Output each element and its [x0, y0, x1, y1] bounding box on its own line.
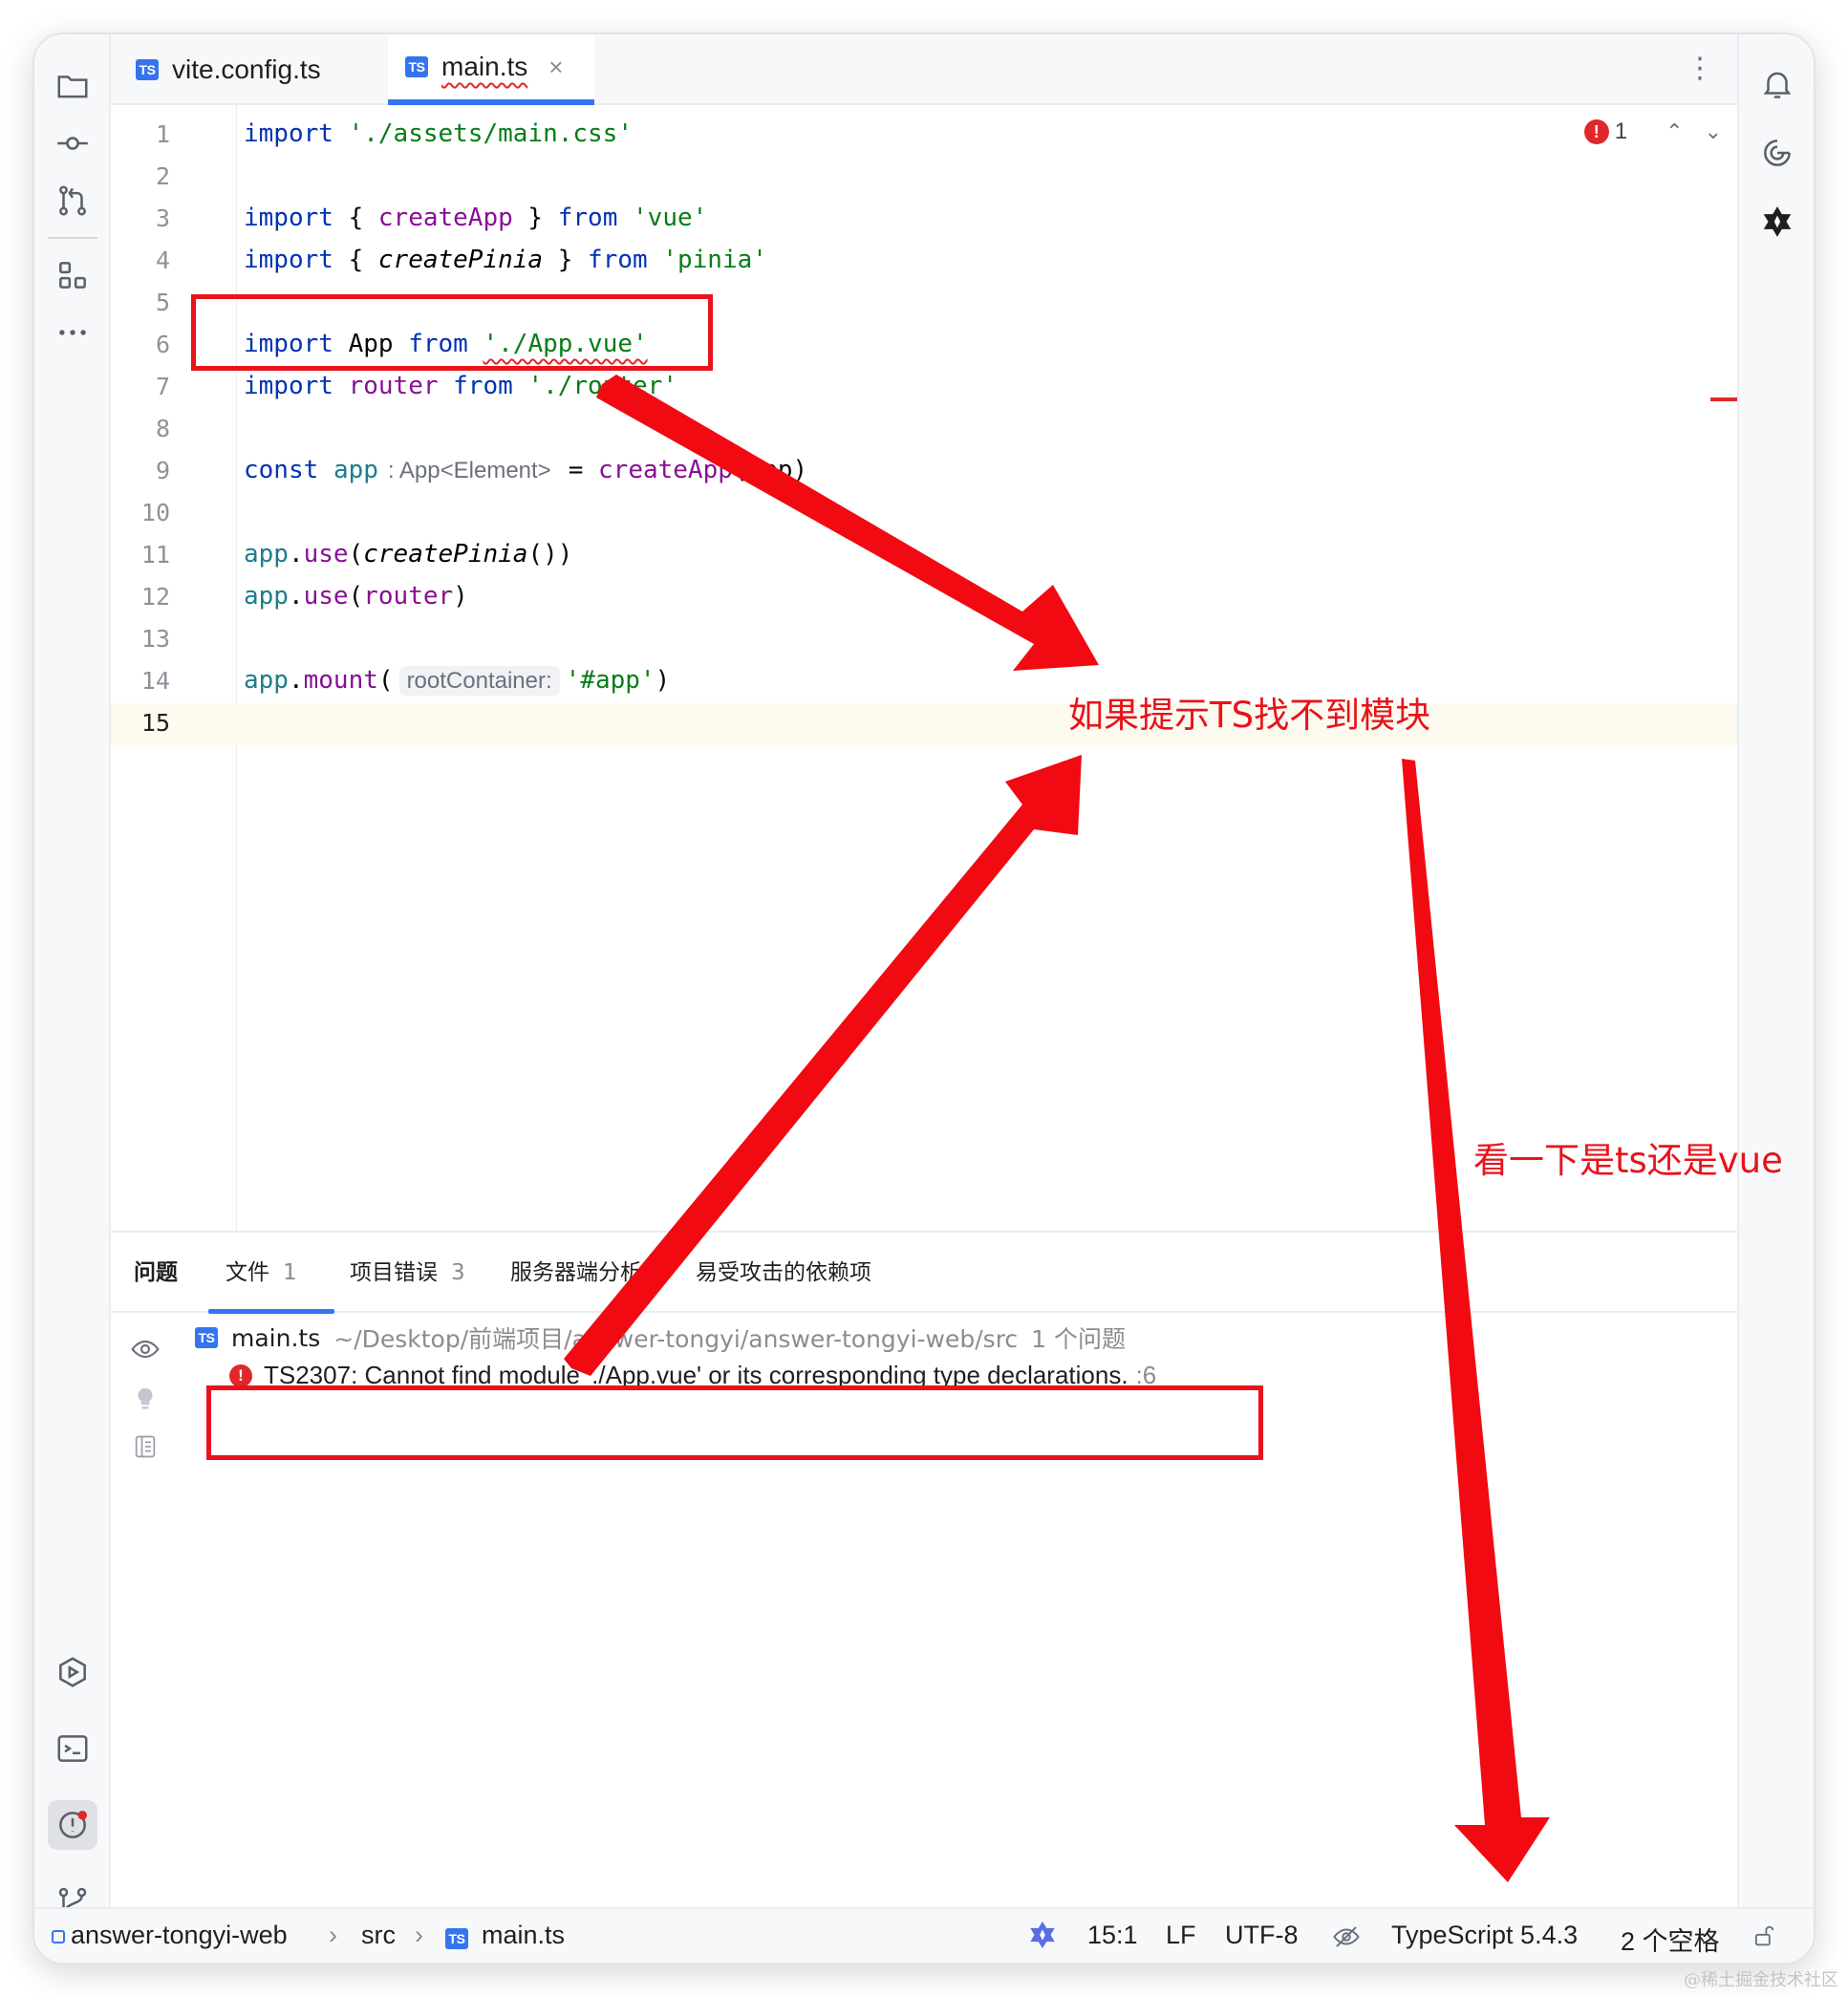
file-encoding[interactable]: UTF-8 [1225, 1921, 1299, 1950]
lock-icon[interactable] [1751, 1922, 1777, 1956]
typescript-file-icon: TS [445, 1928, 468, 1949]
problems-side-toolbar [111, 1313, 178, 1907]
problem-file-name: main.ts [231, 1323, 321, 1352]
active-tab-indicator [208, 1309, 334, 1314]
breadcrumb-src[interactable]: src [361, 1921, 396, 1950]
lightbulb-icon[interactable] [128, 1382, 162, 1416]
commit-icon[interactable] [48, 118, 97, 168]
close-tab-icon[interactable]: × [548, 53, 563, 82]
problems-tab-bar: 问题 文件 1 项目错误 3 服务器端分析 易受攻击的依赖项 [111, 1233, 1737, 1314]
line-number: 2 [155, 162, 170, 190]
code-line-7: 7 import router from './router' [111, 367, 1737, 409]
problems-icon[interactable] [48, 1800, 97, 1850]
error-count: 1 [1614, 118, 1628, 144]
line-number: 1 [155, 120, 170, 148]
breadcrumb-file[interactable]: TS main.ts [445, 1921, 565, 1950]
code-line-3: 3 import { createApp } from 'vue' [111, 199, 1737, 241]
breadcrumb-separator: › [415, 1921, 423, 1949]
terminal-icon[interactable] [48, 1724, 97, 1773]
error-icon: ! [229, 1364, 252, 1387]
tab-vite-config[interactable]: TS vite.config.ts [118, 34, 338, 105]
code-line-2: 2 [111, 157, 1737, 199]
code-line-9: 9 const app: App<Element> = createApp(App… [111, 451, 1737, 493]
code-line-4: 4 import { createPinia } from 'pinia' [111, 241, 1737, 283]
pull-requests-icon[interactable] [48, 176, 97, 225]
code-line-12: 12 app.use(router) [111, 577, 1737, 619]
line-number: 15 [140, 709, 170, 737]
tab-label: main.ts [441, 52, 528, 81]
project-module-icon [52, 1929, 65, 1943]
caret-position[interactable]: 15:1 [1087, 1921, 1138, 1950]
error-stripe-marker[interactable] [1710, 397, 1737, 401]
tab-main-ts[interactable]: TS main.ts × [388, 34, 594, 105]
annotation-note-ts-module: 如果提示TS找不到模块 [1068, 695, 1431, 736]
breadcrumb-project[interactable]: answer-tongyi-web [52, 1921, 288, 1950]
more-tools-icon[interactable] [48, 308, 97, 357]
typescript-file-icon: TS [405, 56, 428, 77]
preview-panel-icon[interactable] [128, 1429, 162, 1464]
problem-count: 1 个问题 [1031, 1325, 1127, 1353]
editor-tab-bar: TS vite.config.ts TS main.ts × ⋮ [111, 34, 1737, 105]
line-number: 8 [155, 415, 170, 442]
line-number: 12 [140, 583, 170, 611]
line-number: 13 [140, 625, 170, 653]
code-line-15-current: 15 [111, 703, 1737, 745]
status-bar: answer-tongyi-web › src › TS main.ts 15:1… [34, 1907, 1814, 1963]
line-number: 6 [155, 331, 170, 358]
line-number: 14 [140, 667, 170, 695]
tab-file[interactable]: 文件 1 [226, 1254, 297, 1286]
problems-panel: 问题 文件 1 项目错误 3 服务器端分析 易受攻击的依赖项 TS main.ts … [111, 1231, 1737, 1907]
breadcrumb-separator: › [329, 1921, 337, 1949]
code-line-13: 13 [111, 619, 1737, 661]
typescript-file-icon: TS [136, 59, 159, 80]
project-folder-icon[interactable] [48, 61, 97, 111]
code-line-10: 10 [111, 493, 1737, 535]
error-icon: ! [1583, 119, 1609, 144]
line-number: 4 [155, 247, 170, 274]
no-inspections-eye-icon[interactable] [1332, 1922, 1361, 1958]
tab-more-options-icon[interactable]: ⋮ [1686, 52, 1714, 85]
code-line-14: 14 app.mount(rootContainer: '#app') [111, 661, 1737, 703]
structure-icon[interactable] [48, 250, 97, 300]
line-number: 3 [155, 204, 170, 232]
run-services-icon[interactable] [48, 1647, 97, 1697]
strip-divider [48, 237, 97, 239]
code-editor[interactable]: 1 import './assets/main.css' 2 3 import … [111, 105, 1737, 1231]
problems-panel-title: 问题 [134, 1260, 178, 1285]
tab-label: vite.config.ts [172, 54, 321, 84]
annotation-note-check-version: 看一下是ts还是vue [1473, 1140, 1783, 1181]
inspection-widget[interactable]: ! 1 ⌃ ⌄ [1583, 118, 1722, 145]
line-ending[interactable]: LF [1166, 1921, 1196, 1950]
problem-file-node[interactable]: TS main.ts ~/Desktop/前端项目/answer-tongyi/… [195, 1321, 1126, 1355]
code-line-1: 1 import './assets/main.css' [111, 115, 1737, 157]
next-highlight-arrow-icon[interactable]: ⌄ [1705, 120, 1722, 144]
previous-highlight-arrow-icon[interactable]: ⌃ [1665, 120, 1683, 144]
line-number: 5 [155, 289, 170, 316]
indent-setting[interactable]: 2 个空格 [1621, 1921, 1720, 1958]
line-number: 10 [140, 499, 170, 526]
annotation-box-error [206, 1385, 1263, 1460]
right-tool-strip [1737, 34, 1814, 1963]
notifications-bell-icon[interactable] [1752, 59, 1802, 109]
watermark: @稀土掘金技术社区 [1684, 1970, 1838, 1990]
tab-vulnerable-dependencies[interactable]: 易受攻击的依赖项 [696, 1254, 871, 1286]
annotation-box-import [191, 294, 713, 371]
code-line-8: 8 [111, 409, 1737, 451]
ai-assistant-swirl-icon[interactable] [1752, 128, 1802, 178]
eye-icon[interactable] [128, 1332, 162, 1366]
line-number: 7 [155, 373, 170, 400]
language-service[interactable]: TypeScript 5.4.3 [1391, 1921, 1578, 1950]
code-line-11: 11 app.use(createPinia()) [111, 535, 1737, 577]
type-hint: : App<Element> [387, 458, 551, 483]
line-number: 9 [155, 457, 170, 484]
line-number: 11 [140, 541, 170, 569]
problem-file-path: ~/Desktop/前端项目/answer-tongyi/answer-tong… [333, 1325, 1019, 1353]
parameter-hint: rootContainer: [398, 666, 560, 696]
tab-project-errors[interactable]: 项目错误 3 [350, 1254, 465, 1286]
left-tool-strip [34, 34, 111, 1963]
tab-server-analysis[interactable]: 服务器端分析 [510, 1254, 642, 1286]
typescript-file-icon: TS [195, 1327, 218, 1348]
tongyi-lingma-icon[interactable] [1752, 197, 1802, 247]
tongyi-status-icon[interactable] [1026, 1919, 1059, 1958]
